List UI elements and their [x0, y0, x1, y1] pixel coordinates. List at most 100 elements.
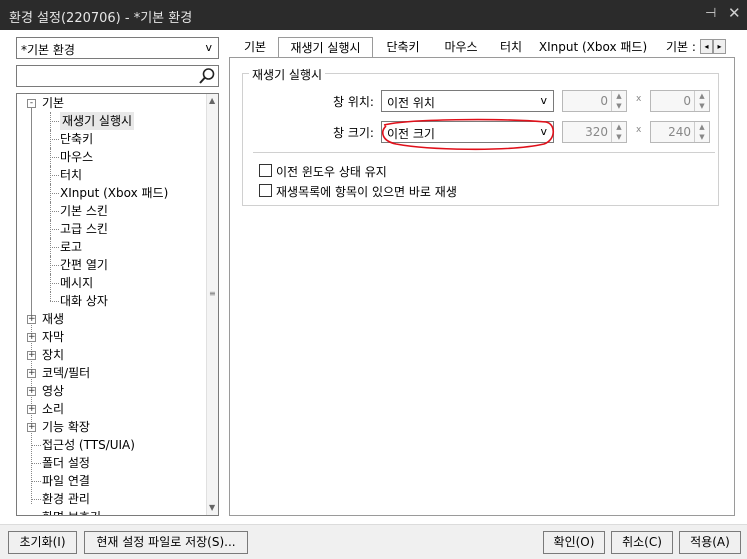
tab-content: 재생기 실행시 창 위치: 이전 위치 v 0 ▲ ▼ x 0 ▲ ▼ 창 크기: …	[229, 57, 735, 516]
close-icon[interactable]: ✕	[728, 4, 741, 22]
spinner-arrows-icon[interactable]: ▲ ▼	[694, 122, 709, 142]
expand-icon[interactable]: +	[27, 387, 36, 396]
on-launch-group: 재생기 실행시 창 위치: 이전 위치 v 0 ▲ ▼ x 0 ▲ ▼ 창 크기: …	[242, 66, 719, 206]
tree-connector	[50, 157, 59, 158]
tree-connector	[50, 166, 51, 184]
tree-node-label: 기본	[42, 96, 65, 110]
tree-connector	[50, 256, 51, 274]
expand-icon[interactable]: +	[27, 423, 36, 432]
tree-connector	[50, 202, 51, 220]
profile-select-value: *기본 환경	[21, 43, 75, 57]
tree-connector	[50, 148, 51, 166]
size-width-value: 320	[585, 125, 608, 139]
expand-icon[interactable]: +	[27, 369, 36, 378]
tree-node-label: 파일 연결	[42, 474, 90, 488]
tree-connector	[32, 463, 41, 464]
tab-on-launch[interactable]: 재생기 실행시	[278, 37, 373, 59]
tree-connector	[50, 184, 51, 202]
size-height-spinner[interactable]: 240 ▲ ▼	[650, 121, 710, 143]
window-size-label: 창 크기:	[333, 126, 374, 140]
position-x-spinner[interactable]: 0 ▲ ▼	[562, 90, 627, 112]
collapse-icon[interactable]: -	[27, 99, 36, 108]
tab-touch[interactable]: 터치	[491, 39, 531, 58]
tab-scroll-left-icon[interactable]: ◂	[700, 39, 713, 54]
tree-node-label: 로고	[60, 240, 83, 254]
tree-connector	[32, 499, 41, 500]
tree-node-label: 메시지	[60, 276, 94, 290]
tree-node-label: 마우스	[60, 150, 94, 164]
tree-node-label: XInput (Xbox 패드)	[60, 186, 169, 200]
window-position-select[interactable]: 이전 위치 v	[381, 90, 554, 112]
tree-connector	[50, 229, 59, 230]
group-legend: 재생기 실행시	[249, 66, 326, 83]
tree-node-label: 자막	[42, 330, 65, 344]
autoplay-playlist-checkbox[interactable]	[259, 184, 272, 197]
tree-connector	[50, 211, 59, 212]
tree-connector	[50, 283, 59, 284]
tree-node-label: 폴더 설정	[42, 456, 90, 470]
tree-connector	[50, 247, 59, 248]
tree-connector	[50, 193, 59, 194]
pin-icon[interactable]: ⊣	[705, 6, 716, 21]
tree-connector	[32, 481, 41, 482]
tree-connector	[50, 112, 51, 130]
tree-connector	[50, 292, 51, 301]
group-separator	[253, 152, 715, 153]
expand-icon[interactable]: +	[27, 315, 36, 324]
tree-node-label: 고급 스킨	[60, 222, 108, 236]
tree-node-label: 코덱/필터	[42, 366, 91, 380]
window-position-value: 이전 위치	[387, 96, 435, 110]
times-sign: x	[636, 94, 642, 104]
tab-scroll-right-icon[interactable]: ▸	[713, 39, 726, 54]
tree-node-label: 영상	[42, 384, 65, 398]
apply-button[interactable]: 적용(A)	[679, 531, 741, 554]
tree-connector	[50, 220, 51, 238]
tab-shortcuts[interactable]: 단축키	[375, 39, 431, 58]
tree-node-label: 소리	[42, 402, 65, 416]
search-icon[interactable]	[198, 67, 216, 85]
spinner-arrows-icon[interactable]: ▲ ▼	[694, 91, 709, 111]
tab-basic[interactable]: 기본	[233, 39, 277, 58]
expand-icon[interactable]: +	[27, 333, 36, 342]
tab-basic-skin[interactable]: 기본 :	[661, 39, 701, 58]
window-size-select[interactable]: 이전 크기 v	[381, 121, 554, 143]
search-input[interactable]	[16, 65, 219, 87]
scroll-down-icon[interactable]: ▼	[209, 503, 215, 512]
window-position-label: 창 위치:	[333, 95, 374, 109]
tree-node-label: 재생기 실행시	[60, 112, 135, 130]
cancel-button[interactable]: 취소(C)	[611, 531, 673, 554]
reset-button[interactable]: 초기화(I)	[8, 531, 77, 554]
ok-button[interactable]: 확인(O)	[543, 531, 605, 554]
tree-node-label: 환경 관리	[42, 492, 90, 506]
tree-connector	[50, 301, 59, 302]
position-y-spinner[interactable]: 0 ▲ ▼	[650, 90, 710, 112]
save-settings-file-button[interactable]: 현재 설정 파일로 저장(S)...	[84, 531, 248, 554]
tree-connector	[32, 445, 41, 446]
tab-xinput[interactable]: XInput (Xbox 패드)	[536, 39, 650, 58]
tree-node-label: 화면 보호기	[42, 508, 101, 515]
scroll-thumb-grip[interactable]: ≡	[209, 290, 216, 298]
profile-select[interactable]: *기본 환경 v	[16, 37, 219, 59]
keep-window-state-label: 이전 윈도우 상태 유지	[276, 165, 387, 179]
spinner-arrows-icon[interactable]: ▲ ▼	[611, 91, 626, 111]
tree-connector	[50, 139, 59, 140]
tree-connector	[50, 121, 59, 122]
size-width-spinner[interactable]: 320 ▲ ▼	[562, 121, 627, 143]
settings-tree[interactable]: - 기본 재생기 실행시 단축키 마우스 터치 XInput (Xbox 패드) 기본 스…	[16, 93, 219, 516]
tree-node-basic[interactable]: - 기본	[17, 94, 207, 112]
spinner-arrows-icon[interactable]: ▲ ▼	[611, 122, 626, 142]
expand-icon[interactable]: +	[27, 351, 36, 360]
tab-mouse[interactable]: 마우스	[433, 39, 489, 58]
tree-scrollbar[interactable]: ▲ ≡ ▼	[206, 94, 218, 515]
tree-node-label: 대화 상자	[60, 294, 108, 308]
expand-icon[interactable]: +	[27, 405, 36, 414]
settings-tabs: 기본 재생기 실행시 단축키 마우스 터치 XInput (Xbox 패드) 기…	[229, 37, 735, 59]
chevron-down-icon: v	[540, 94, 547, 107]
keep-window-state-checkbox[interactable]	[259, 164, 272, 177]
size-height-value: 240	[668, 125, 691, 139]
scroll-up-icon[interactable]: ▲	[209, 96, 215, 105]
tree-node-label: 터치	[60, 168, 83, 182]
tree-connector	[50, 130, 51, 148]
tree-node-label: 접근성 (TTS/UIA)	[42, 438, 135, 452]
tree-connector	[50, 238, 51, 256]
